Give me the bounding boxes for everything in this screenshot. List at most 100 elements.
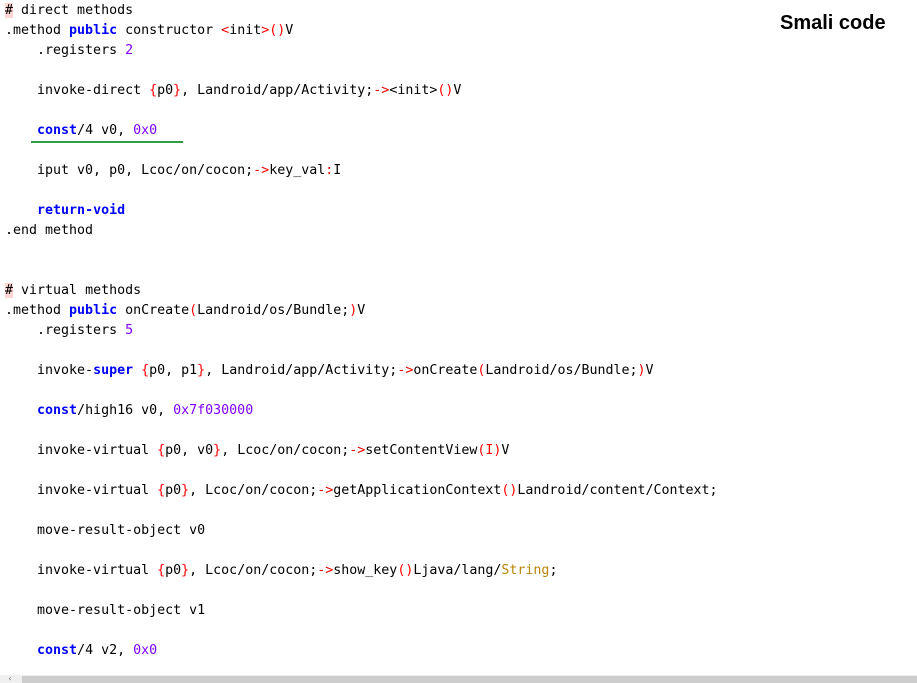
scroll-left-icon[interactable]: ‹ [0,675,20,683]
arrow-op: -> [317,483,334,498]
code-line: invoke-virtual {p0, v0}, Lcoc/on/cocon;-… [5,441,509,461]
opcode: iput v0, p0, Lcoc/on/cocon; [5,163,254,178]
register-count: 2 [125,43,134,58]
directive: .registers [5,323,126,338]
keyword: public [69,23,118,38]
comment-text: direct methods [13,3,134,18]
opcode: move-result-object v0 [5,523,206,538]
param-type: Landroid/os/Bundle; [485,363,638,378]
horizontal-scrollbar[interactable]: ‹ [0,675,917,683]
arrow-op: -> [373,83,390,98]
return-type: V [357,303,366,318]
code-line: .method public onCreate(Landroid/os/Bund… [5,301,365,321]
literal: 0x0 [133,123,158,138]
code-line: .registers 2 [5,41,133,61]
code-editor[interactable]: # direct methods .method public construc… [0,0,917,675]
arrow-op: -> [349,443,366,458]
code-line: invoke-super {p0, p1}, Landroid/app/Acti… [5,361,654,381]
comment-hash: # [5,283,14,298]
method-name: show_key [333,563,398,578]
registers: p0, v0 [165,443,214,458]
keyword: public [69,303,118,318]
parens: () [501,483,518,498]
semicolon: ; [549,563,558,578]
literal: 0x0 [133,643,158,658]
brace-open: { [141,363,150,378]
return-type: V [453,83,462,98]
code-line: const/high16 v0, 0x7f030000 [5,401,253,421]
field-name: key_val [269,163,326,178]
return-type: V [501,443,510,458]
method-name: getApplicationContext [333,483,502,498]
code-line: .registers 5 [5,321,133,341]
keyword: return-void [37,203,126,218]
class-ref: , Landroid/app/Activity; [205,363,398,378]
code-line: # direct methods [5,1,133,21]
paren-close: ) [637,363,646,378]
opcode: invoke- [5,363,94,378]
code-line: move-result-object v1 [5,601,205,621]
field-type: I [333,163,342,178]
init-name: init [397,83,430,98]
angle-open: < [221,23,230,38]
code-line: invoke-virtual {p0}, Lcoc/on/cocon;->sho… [5,561,557,581]
code-line: invoke-direct {p0}, Landroid/app/Activit… [5,81,461,101]
code-line: const/4 v2, 0x0 [5,641,157,661]
class-ref: , Lcoc/on/cocon; [189,483,318,498]
page-title: Smali code [780,12,886,34]
code-line: return-void [5,201,125,221]
opcode: invoke-direct [5,83,150,98]
directive: .method [5,303,70,318]
registers: p0 [165,483,182,498]
registers: p0 [165,563,182,578]
class-ref: , Lcoc/on/cocon; [221,443,350,458]
comment-text: virtual methods [13,283,142,298]
keyword: const [37,403,78,418]
opcode: invoke-virtual [5,483,158,498]
registers: p0, p1 [149,363,198,378]
directive: .registers [5,43,126,58]
class-ref: , Lcoc/on/cocon; [189,563,318,578]
arrow-op: -> [397,363,414,378]
code-line: const/4 v0, 0x0 [5,121,157,141]
parens: () [269,23,286,38]
operands: /4 v0, [77,123,134,138]
paren-open: ( [189,303,198,318]
string-type: String [501,563,550,578]
literal: 0x7f030000 [173,403,254,418]
parens: () [397,563,414,578]
param-type: Landroid/os/Bundle; [197,303,350,318]
operands: /high16 v0, [77,403,174,418]
return-type: V [645,363,654,378]
method-name: onCreate [117,303,190,318]
code-line: # virtual methods [5,281,141,301]
code-line: .method public constructor <init>()V [5,21,293,41]
return-type: Landroid/content/Context; [517,483,718,498]
scroll-thumb[interactable] [22,676,917,683]
code-line: invoke-virtual {p0}, Lcoc/on/cocon;->get… [5,481,718,501]
code-line: .end method [5,221,93,241]
keyword: super [93,363,134,378]
comment-hash: # [5,3,14,18]
brace-open: { [157,483,166,498]
brace-close: } [181,483,190,498]
brace-close: } [173,83,182,98]
brace-open: { [157,443,166,458]
brace-open: { [157,563,166,578]
brace-open: { [149,83,158,98]
brace-close: } [181,563,190,578]
directive: .method [5,23,70,38]
keyword: const [37,123,78,138]
return-type: V [285,23,294,38]
parens: () [437,83,454,98]
brace-close: } [197,363,206,378]
opcode: invoke-virtual [5,563,158,578]
brace-close: } [213,443,222,458]
register-count: 5 [125,323,134,338]
operands: /4 v2, [77,643,134,658]
code-line: iput v0, p0, Lcoc/on/cocon;->key_val:I [5,161,341,181]
